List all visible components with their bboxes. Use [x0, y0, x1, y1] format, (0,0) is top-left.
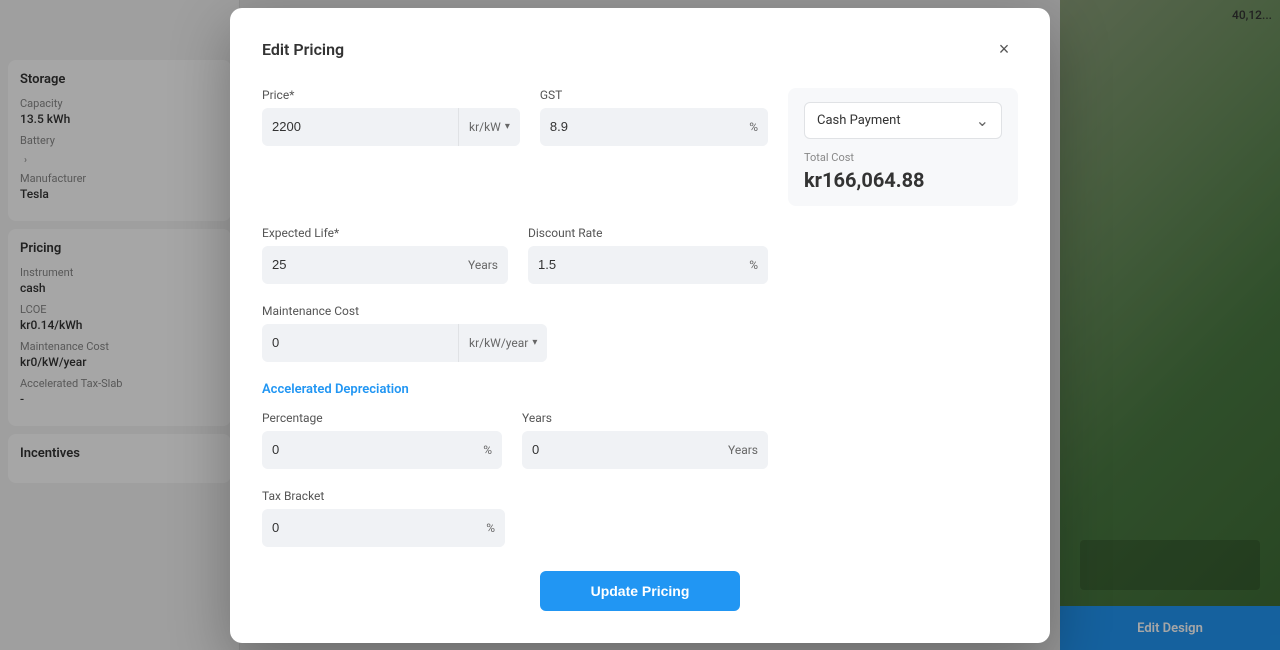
tax-bracket-group: Tax Bracket % — [262, 489, 505, 547]
modal-title: Edit Pricing — [262, 40, 344, 59]
price-input[interactable] — [262, 119, 458, 134]
percentage-input-wrapper: % — [262, 431, 502, 469]
maintenance-cost-group: Maintenance Cost kr/kW/year ▾ — [262, 304, 547, 362]
payment-section: Cash Payment ⌄ Total Cost kr166,064.88 — [788, 88, 1018, 206]
modal-header: Edit Pricing × — [262, 36, 1018, 64]
update-pricing-button[interactable]: Update Pricing — [540, 571, 740, 611]
maintenance-cost-input[interactable] — [262, 335, 458, 350]
percentage-input[interactable] — [262, 442, 473, 457]
years-group: Years Years — [522, 411, 768, 469]
percentage-label: Percentage — [262, 411, 502, 425]
discount-rate-label: Discount Rate — [528, 226, 768, 240]
years-input-wrapper: Years — [522, 431, 768, 469]
gst-input[interactable] — [540, 119, 739, 134]
accelerated-depreciation-section: Accelerated Depreciation Percentage % Ye… — [262, 382, 1018, 547]
expected-life-label: Expected Life* — [262, 226, 508, 240]
tax-bracket-input[interactable] — [262, 520, 476, 535]
tax-bracket-unit: % — [476, 509, 505, 547]
gst-input-wrapper: % — [540, 108, 768, 146]
gst-label: GST — [540, 88, 768, 102]
years-label: Years — [522, 411, 768, 425]
maintenance-cost-modal-label: Maintenance Cost — [262, 304, 547, 318]
payment-method-dropdown[interactable]: Cash Payment ⌄ — [804, 102, 1002, 139]
price-label: Price* — [262, 88, 520, 102]
row-tax-bracket: Tax Bracket % — [262, 489, 1018, 547]
close-button[interactable]: × — [990, 36, 1018, 64]
percentage-group: Percentage % — [262, 411, 502, 469]
total-cost-value: kr166,064.88 — [804, 168, 1002, 192]
row-price-gst-payment: Price* kr/kW ▾ GST % Cash Pay — [262, 88, 1018, 206]
tax-bracket-input-wrapper: % — [262, 509, 505, 547]
maintenance-cost-unit-dropdown[interactable]: kr/kW/year ▾ — [458, 324, 547, 362]
years-unit: Years — [718, 431, 768, 469]
expected-life-input-wrapper: Years — [262, 246, 508, 284]
expected-life-group: Expected Life* Years — [262, 226, 508, 284]
expected-life-unit: Years — [458, 246, 508, 284]
discount-rate-input-wrapper: % — [528, 246, 768, 284]
expected-life-input[interactable] — [262, 257, 458, 272]
gst-unit: % — [739, 108, 768, 146]
price-input-wrapper: kr/kW ▾ — [262, 108, 520, 146]
price-unit-chevron-icon: ▾ — [505, 121, 510, 132]
modal-overlay: Edit Pricing × Price* kr/kW ▾ GST % — [0, 0, 1280, 650]
row-percentage-years: Percentage % Years Years — [262, 411, 1018, 469]
tax-bracket-label: Tax Bracket — [262, 489, 505, 503]
row-life-discount: Expected Life* Years Discount Rate % — [262, 226, 1018, 284]
gst-group: GST % — [540, 88, 768, 146]
discount-rate-group: Discount Rate % — [528, 226, 768, 284]
edit-pricing-modal: Edit Pricing × Price* kr/kW ▾ GST % — [230, 8, 1050, 643]
price-unit-label: kr/kW — [469, 120, 501, 134]
percentage-unit: % — [473, 431, 502, 469]
discount-rate-input[interactable] — [528, 257, 739, 272]
total-cost-label: Total Cost — [804, 151, 1002, 164]
price-group: Price* kr/kW ▾ — [262, 88, 520, 146]
maintenance-cost-unit-chevron-icon: ▾ — [532, 337, 537, 348]
accelerated-depreciation-title: Accelerated Depreciation — [262, 382, 1018, 397]
payment-method-label: Cash Payment — [817, 113, 901, 128]
row-maintenance: Maintenance Cost kr/kW/year ▾ — [262, 304, 1018, 362]
years-input[interactable] — [522, 442, 718, 457]
maintenance-cost-input-wrapper: kr/kW/year ▾ — [262, 324, 547, 362]
payment-chevron-down-icon: ⌄ — [976, 111, 989, 130]
price-unit-dropdown[interactable]: kr/kW ▾ — [458, 108, 520, 146]
discount-rate-unit: % — [739, 246, 768, 284]
maintenance-cost-unit-label: kr/kW/year — [469, 336, 528, 350]
